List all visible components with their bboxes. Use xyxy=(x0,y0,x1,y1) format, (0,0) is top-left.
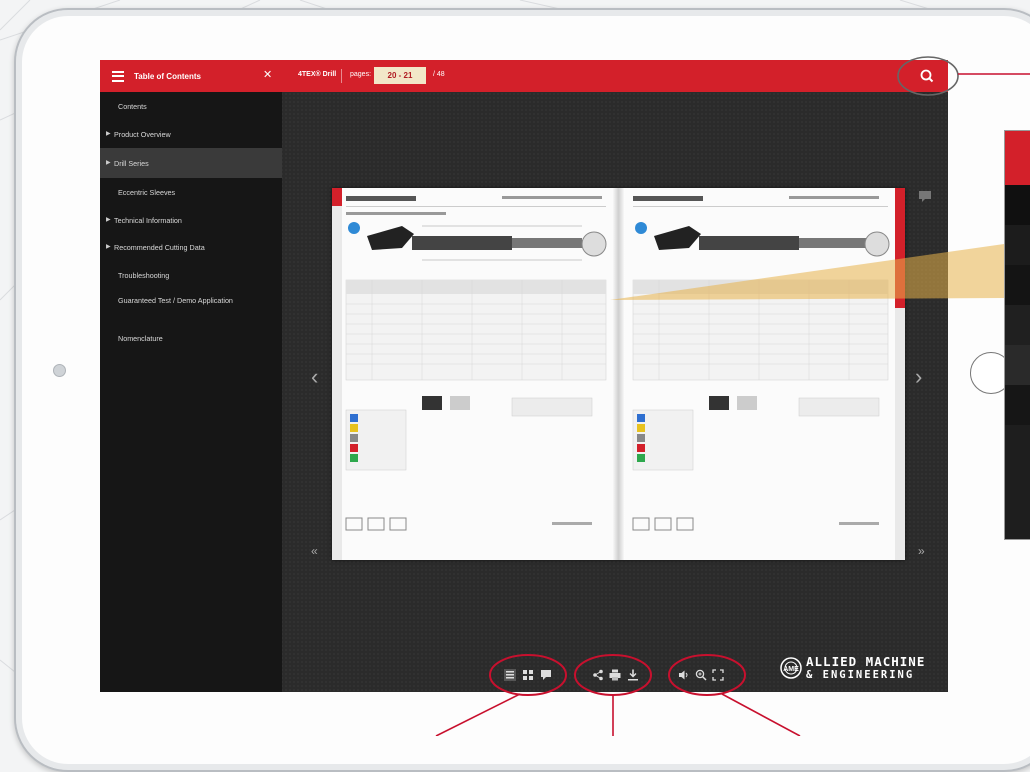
list-view-icon[interactable] xyxy=(504,669,516,681)
fullscreen-icon[interactable] xyxy=(712,669,724,681)
sidebar-item-label: Guaranteed Test / Demo Application xyxy=(118,296,233,305)
logo-emblem-icon: AME xyxy=(780,657,802,679)
previous-page-arrow[interactable]: ‹ xyxy=(311,366,318,388)
sidebar-item-label: Drill Series xyxy=(114,159,149,168)
sidebar-item-label: Eccentric Sleeves xyxy=(118,188,176,197)
catalog-page-right xyxy=(619,188,905,560)
sound-icon[interactable] xyxy=(678,669,690,681)
zoom-icon[interactable] xyxy=(695,669,707,681)
page-number-input[interactable]: 20 - 21 xyxy=(374,67,426,84)
callout-row xyxy=(1005,265,1030,305)
sidebar-item-label: Product Overview xyxy=(114,130,171,139)
print-icon[interactable] xyxy=(609,669,621,681)
close-icon[interactable]: ✕ xyxy=(263,70,272,81)
header-divider xyxy=(341,69,342,83)
search-icon[interactable] xyxy=(918,67,936,85)
callout-row xyxy=(1005,385,1030,425)
camera-dot xyxy=(53,364,66,377)
last-page-icon[interactable]: » xyxy=(918,540,925,562)
pages-label: pages: xyxy=(350,71,372,78)
zoom-callout-panel xyxy=(1004,130,1030,540)
document-title: 4TEX® Drill xyxy=(298,71,337,78)
chevron-right-icon: ▶ xyxy=(106,131,111,137)
sidebar-item-product-overview[interactable]: ▶ Product Overview xyxy=(100,126,282,142)
sidebar-item-recommended-cutting-data[interactable]: ▶ Recommended Cutting Data xyxy=(100,239,282,255)
next-page-arrow[interactable]: › xyxy=(915,366,922,388)
callout-row xyxy=(1005,185,1030,225)
sidebar-item-label: Nomenclature xyxy=(118,334,163,343)
logo-line-1: ALLIED MACHINE xyxy=(806,654,926,669)
callout-row xyxy=(1005,225,1030,265)
chevron-right-icon: ▶ xyxy=(106,160,111,166)
toc-title: Table of Contents xyxy=(134,71,201,81)
chevron-right-icon: ▶ xyxy=(106,217,111,223)
comment-icon[interactable] xyxy=(540,669,552,681)
toc-sidebar: Contents ▶ Product Overview ▶ Drill Seri… xyxy=(100,92,282,692)
callout-red-header xyxy=(1005,131,1030,185)
share-icon[interactable] xyxy=(592,669,604,681)
catalog-spread[interactable] xyxy=(332,188,905,560)
callout-row xyxy=(1005,425,1030,465)
callout-row xyxy=(1005,305,1030,345)
sidebar-item-label: Contents xyxy=(118,102,147,111)
first-page-icon[interactable]: « xyxy=(311,540,318,562)
sidebar-item-label: Technical Information xyxy=(114,216,182,225)
flipbook-screen: Table of Contents ✕ 4TEX® Drill pages: 2… xyxy=(100,60,948,692)
callout-row xyxy=(1005,345,1030,385)
sidebar-item-drill-series[interactable]: ▶ Drill Series xyxy=(100,148,282,178)
pages-total: / 48 xyxy=(433,71,445,78)
logo-line-2: & ENGINEERING xyxy=(806,669,915,681)
book-spine xyxy=(612,188,625,560)
catalog-page-left xyxy=(332,188,618,560)
sidebar-item-label: Recommended Cutting Data xyxy=(114,243,205,252)
sidebar-item-label: Troubleshooting xyxy=(118,271,170,280)
list-icon xyxy=(112,70,124,82)
note-icon[interactable] xyxy=(918,190,932,202)
sidebar-item-eccentric-sleeves[interactable]: Eccentric Sleeves xyxy=(100,184,282,200)
sidebar-item-troubleshooting[interactable]: Troubleshooting xyxy=(100,267,282,283)
company-logo: AME ALLIED MACHINE & ENGINEERING xyxy=(780,654,940,686)
sidebar-item-guaranteed-test[interactable]: Guaranteed Test / Demo Application xyxy=(100,292,282,318)
sidebar-item-contents[interactable]: Contents xyxy=(100,98,282,114)
chevron-right-icon: ▶ xyxy=(106,244,111,250)
sidebar-item-technical-information[interactable]: ▶ Technical Information xyxy=(100,212,282,228)
page-content-left xyxy=(332,188,607,560)
thumbnails-icon[interactable] xyxy=(522,669,534,681)
sidebar-item-nomenclature[interactable]: Nomenclature xyxy=(100,330,282,346)
toc-header[interactable]: Table of Contents xyxy=(100,60,282,92)
page-content-right xyxy=(632,188,905,560)
svg-text:AME: AME xyxy=(783,666,799,673)
download-icon[interactable] xyxy=(627,669,639,681)
